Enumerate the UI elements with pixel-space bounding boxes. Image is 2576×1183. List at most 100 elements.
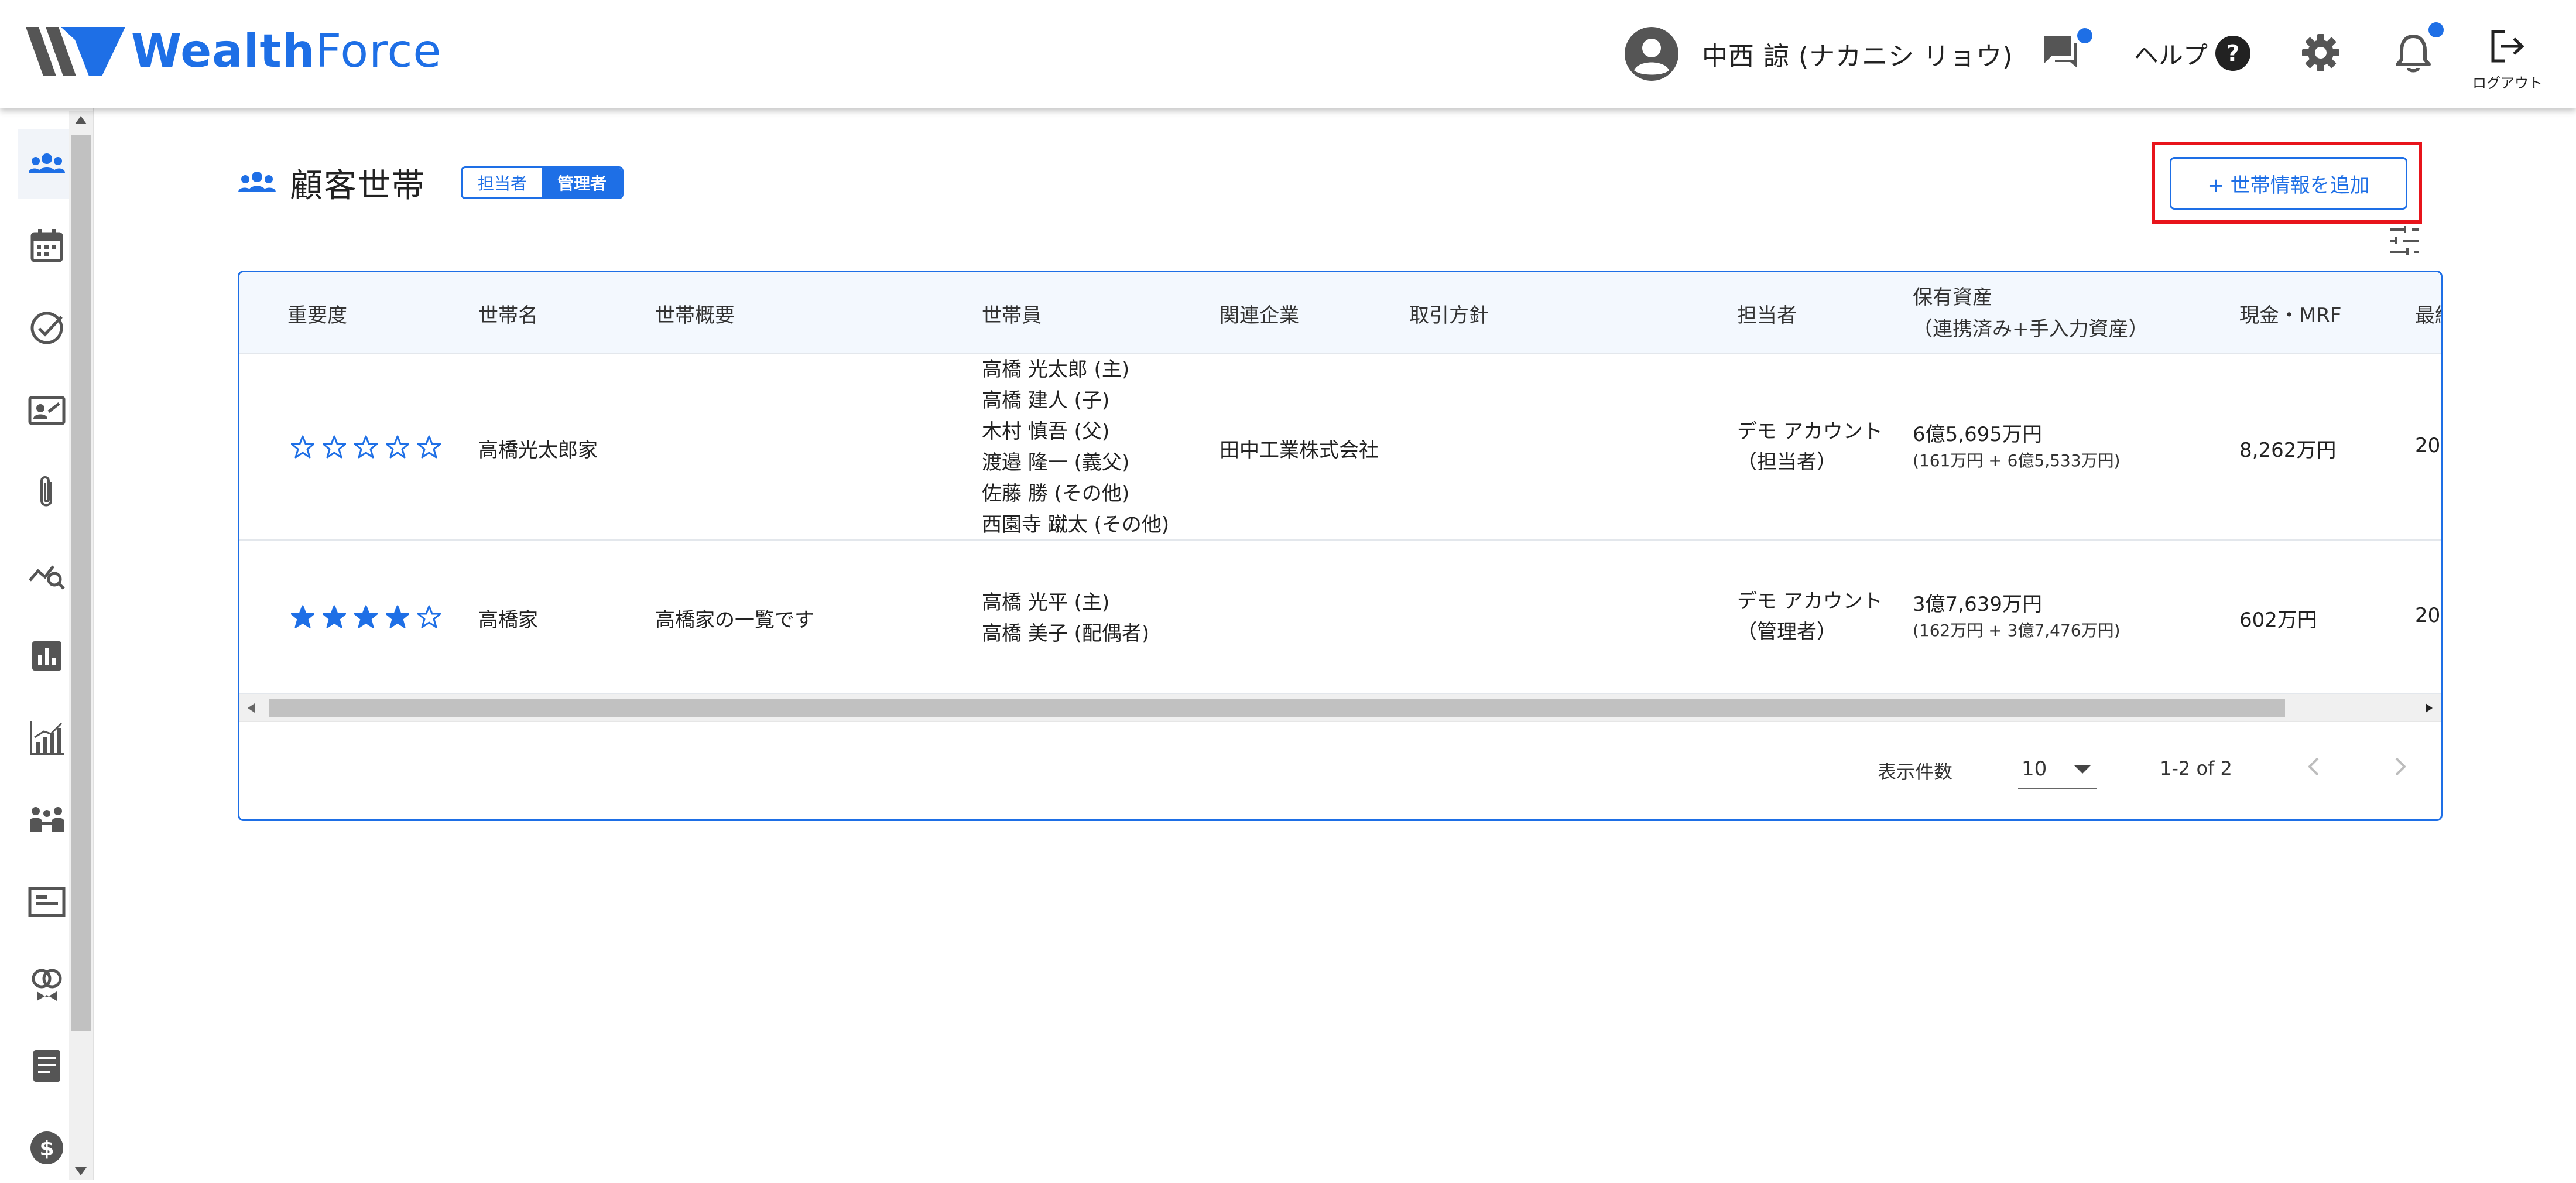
owner-role: （管理者） bbox=[1737, 620, 1837, 644]
toggle-owner[interactable]: 担当者 bbox=[463, 168, 543, 197]
households-table-card: 重要度 世帯名 世帯概要 世帯員 関連企業 取引方針 担当者 保有資産 （連携済… bbox=[238, 271, 2443, 821]
star-outline-icon[interactable] bbox=[291, 435, 314, 459]
sidebar-item-meetings[interactable] bbox=[18, 785, 76, 855]
bell-icon[interactable] bbox=[2395, 33, 2432, 74]
logout-icon bbox=[2491, 30, 2524, 63]
add-household-button[interactable]: + 世帯情報を追加 bbox=[2170, 157, 2407, 210]
owner-role: （担当者） bbox=[1737, 450, 1837, 474]
col-company[interactable]: 関連企業 bbox=[1220, 272, 1299, 354]
role-toggle[interactable]: 担当者 管理者 bbox=[461, 166, 624, 199]
household-name[interactable]: 高橋家 bbox=[478, 604, 538, 632]
sidebar-scrollbar[interactable] bbox=[69, 111, 93, 1180]
next-page-icon[interactable] bbox=[2383, 750, 2416, 783]
star-outline-icon[interactable] bbox=[354, 435, 378, 459]
assets-breakdown: (161万円 + 6億5,533万円) bbox=[1913, 451, 2121, 470]
user-name: 中西 諒 (ナカニシ リョウ) bbox=[1702, 42, 2013, 71]
table-scroll-thumb[interactable] bbox=[269, 699, 2285, 717]
star-outline-icon[interactable] bbox=[417, 605, 441, 628]
add-button-highlight: + 世帯情報を追加 bbox=[2152, 142, 2422, 224]
star-filled-icon[interactable] bbox=[354, 605, 378, 628]
col-name[interactable]: 世帯名 bbox=[478, 272, 538, 354]
col-owner[interactable]: 担当者 bbox=[1737, 272, 1797, 354]
table-horizontal-scrollbar[interactable] bbox=[239, 694, 2441, 722]
scroll-down-arrow-icon[interactable] bbox=[75, 1167, 87, 1175]
attachment-icon bbox=[40, 476, 52, 507]
households-title-icon bbox=[238, 172, 276, 192]
member-item: 木村 慎吾 (父) bbox=[982, 420, 1110, 443]
logout-button[interactable]: ログアウト bbox=[2469, 27, 2546, 92]
sidebar-item-calendar[interactable] bbox=[18, 211, 76, 281]
wealthforce-logo[interactable]: WealthForce bbox=[26, 22, 441, 81]
scroll-up-arrow-icon[interactable] bbox=[75, 116, 87, 124]
sidebar-item-households[interactable] bbox=[18, 129, 76, 199]
rows-per-page-value: 10 bbox=[2022, 757, 2047, 781]
sidebar-scroll-thumb[interactable] bbox=[71, 135, 91, 1031]
col-summary[interactable]: 世帯概要 bbox=[655, 272, 735, 354]
col-members[interactable]: 世帯員 bbox=[982, 272, 1042, 354]
star-filled-icon[interactable] bbox=[323, 605, 346, 628]
sidebar-item-attachments[interactable] bbox=[18, 457, 76, 527]
money-icon: $ bbox=[30, 1131, 63, 1164]
owner-cell: デモ アカウント （担当者） bbox=[1737, 416, 1883, 477]
star-filled-icon[interactable] bbox=[386, 605, 409, 628]
member-item: 西園寺 蹴太 (その他) bbox=[982, 513, 1170, 536]
scroll-right-arrow-icon[interactable] bbox=[2426, 703, 2433, 713]
star-outline-icon[interactable] bbox=[386, 435, 409, 459]
scroll-left-arrow-icon[interactable] bbox=[248, 703, 255, 713]
gear-icon[interactable] bbox=[2301, 33, 2341, 73]
sidebar-item-marriage[interactable] bbox=[18, 949, 76, 1019]
assets-total: 6億5,695万円 bbox=[1913, 423, 2042, 446]
report-icon bbox=[32, 641, 61, 671]
chat-icon[interactable] bbox=[2043, 35, 2084, 73]
notes-icon bbox=[33, 1050, 60, 1082]
col-policy[interactable]: 取引方針 bbox=[1409, 272, 1489, 354]
page-range: 1-2 of 2 bbox=[2160, 757, 2232, 779]
member-item: 高橋 建人 (子) bbox=[982, 389, 1110, 412]
household-members: 高橋 光太郎 (主) 高橋 建人 (子) 木村 慎吾 (父) 渡邉 隆一 (義父… bbox=[982, 354, 1169, 541]
assets-cell: 3億7,639万円 (162万円 + 3億7,476万円) bbox=[1913, 590, 2121, 642]
pagination: 表示件数 10 1-2 of 2 bbox=[239, 723, 2441, 819]
star-outline-icon[interactable] bbox=[417, 435, 441, 459]
col-last[interactable]: 最終 bbox=[2415, 272, 2441, 354]
owner-name: デモ アカウント bbox=[1737, 420, 1883, 443]
prev-page-icon[interactable] bbox=[2298, 750, 2331, 783]
sidebar-item-money[interactable]: $ bbox=[18, 1113, 76, 1183]
calendar-icon bbox=[30, 229, 63, 262]
sidebar-item-charts[interactable] bbox=[18, 703, 76, 773]
rows-per-page-select[interactable]: 10 bbox=[2018, 747, 2097, 789]
star-filled-icon[interactable] bbox=[291, 605, 314, 628]
sidebar-item-contacts[interactable] bbox=[18, 375, 76, 445]
logo-mark-icon bbox=[26, 27, 125, 76]
table-row[interactable]: 高橋家 高橋家の一覧です 高橋 光平 (主) 高橋 美子 (配偶者) デモ アカ… bbox=[239, 541, 2441, 694]
sidebar-item-reports[interactable] bbox=[18, 621, 76, 691]
member-item: 高橋 光太郎 (主) bbox=[982, 358, 1130, 381]
household-members: 高橋 光平 (主) 高橋 美子 (配偶者) bbox=[982, 587, 1149, 649]
contact-card-icon bbox=[28, 396, 66, 425]
sidebar-item-notes[interactable] bbox=[18, 1031, 76, 1101]
chevron-down-icon bbox=[2074, 765, 2091, 774]
household-name[interactable]: 高橋光太郎家 bbox=[478, 434, 598, 463]
help-label: ヘルプ bbox=[2134, 40, 2208, 70]
sidebar-item-tasks[interactable] bbox=[18, 293, 76, 363]
star-outline-icon[interactable] bbox=[323, 435, 346, 459]
app-header: WealthForce 中西 諒 (ナカニシ リョウ) ヘルプ ? ログアウト bbox=[0, 0, 2576, 108]
table-row[interactable]: 高橋光太郎家 高橋 光太郎 (主) 高橋 建人 (子) 木村 慎吾 (父) 渡邉… bbox=[239, 354, 2441, 541]
column-settings-icon[interactable] bbox=[2387, 224, 2421, 258]
user-avatar-icon bbox=[1625, 27, 1678, 81]
last-value: 20 bbox=[2415, 434, 2441, 457]
col-assets[interactable]: 保有資産 （連携済み+手入力資産） bbox=[1913, 272, 2149, 354]
importance-stars[interactable] bbox=[291, 605, 441, 628]
user-menu[interactable]: 中西 諒 (ナカニシ リョウ) bbox=[1625, 27, 2013, 81]
col-cash[interactable]: 現金・MRF bbox=[2239, 272, 2342, 354]
help-link[interactable]: ヘルプ ? bbox=[2134, 34, 2251, 73]
page-title-row: 顧客世帯 担当者 管理者 bbox=[237, 159, 624, 206]
importance-stars[interactable] bbox=[291, 435, 441, 459]
col-importance[interactable]: 重要度 bbox=[287, 272, 347, 354]
sidebar-item-documents[interactable] bbox=[18, 867, 76, 937]
toggle-manager[interactable]: 管理者 bbox=[542, 168, 622, 197]
assets-total: 3億7,639万円 bbox=[1913, 593, 2042, 616]
col-assets-sublabel: （連携済み+手入力資産） bbox=[1913, 317, 2149, 341]
rows-per-page-label: 表示件数 bbox=[1878, 761, 1953, 783]
sidebar-item-analysis[interactable] bbox=[18, 539, 76, 609]
member-item: 佐藤 勝 (その他) bbox=[982, 482, 1130, 505]
